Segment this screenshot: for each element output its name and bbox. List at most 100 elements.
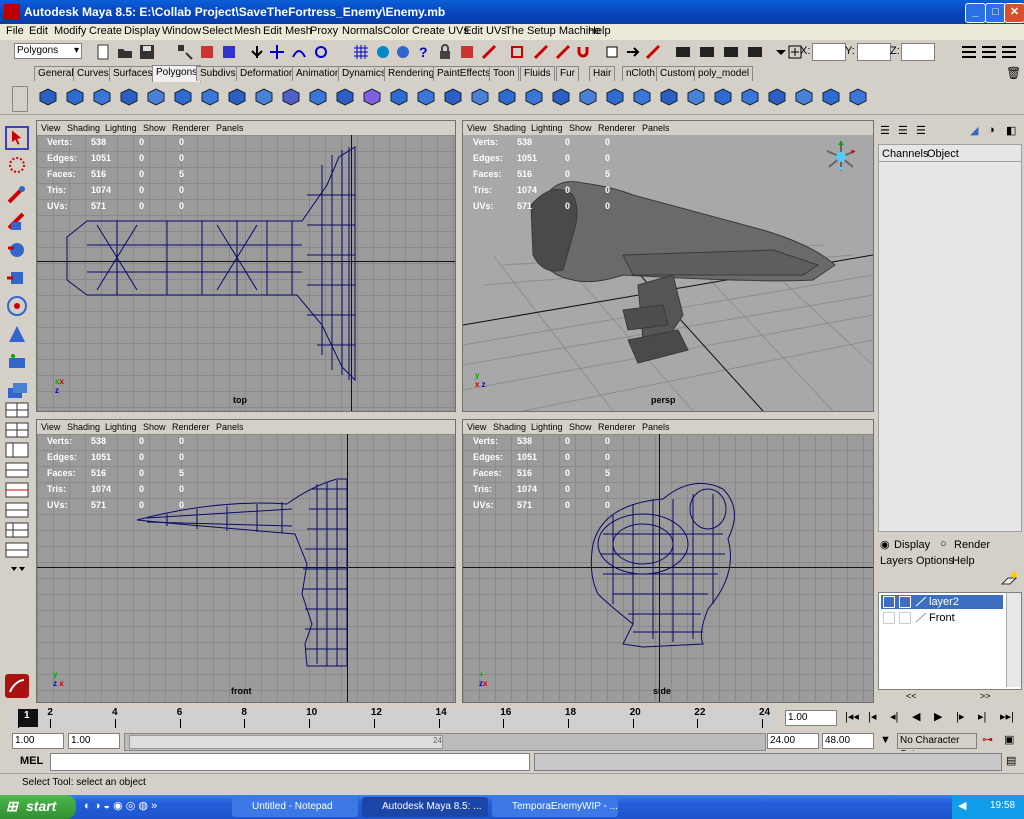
display-radio[interactable]: ◉ — [880, 538, 890, 551]
tab-custom[interactable]: Custom — [656, 66, 699, 81]
create-layer-icon[interactable] — [1000, 570, 1018, 588]
tab-fur[interactable]: Fur — [556, 66, 579, 81]
menu-set-dropdown[interactable]: Polygons ▾ — [14, 43, 82, 59]
channel-box-icon[interactable]: ☰ — [880, 124, 890, 137]
mask-icon[interactable] — [248, 43, 266, 61]
viewport-top[interactable]: View Shading Lighting Show Renderer Pane… — [36, 120, 456, 412]
vp-menu-view[interactable]: View — [41, 123, 60, 133]
shelf-tool-icon[interactable] — [765, 85, 789, 109]
menu-proxy[interactable]: Proxy — [310, 25, 338, 37]
channels-menu[interactable]: Channels — [882, 148, 928, 160]
menu-color[interactable]: Color — [383, 25, 409, 37]
shelf-tool-icon[interactable] — [90, 85, 114, 109]
viewport-side[interactable]: View Shading Lighting Show Renderer Pane… — [462, 419, 874, 703]
layer-editor-toggle-icon[interactable]: ☰ — [898, 124, 908, 137]
vp-menu-lighting[interactable]: Lighting — [105, 422, 137, 432]
tab-fluids[interactable]: Fluids — [520, 66, 555, 81]
step-forward-key-icon[interactable]: ▸| — [978, 710, 986, 723]
menu-edit[interactable]: Edit — [29, 25, 48, 37]
vp-menu-shading[interactable]: Shading — [493, 422, 526, 432]
start-time-field[interactable]: 1.00 — [12, 733, 64, 749]
vp-menu-view[interactable]: View — [467, 123, 486, 133]
shelf-tool-icon[interactable] — [603, 85, 627, 109]
ipr-render-icon[interactable] — [554, 43, 572, 61]
start-button[interactable]: ⊞ start — [0, 795, 76, 819]
vp-menu-panels[interactable]: Panels — [642, 422, 670, 432]
shelf-tool-icon[interactable] — [441, 85, 465, 109]
select-by-component-icon[interactable] — [220, 43, 238, 61]
shelf-tool-icon[interactable] — [738, 85, 762, 109]
vp-menu-show[interactable]: Show — [569, 422, 592, 432]
persp-outliner-layout-icon[interactable] — [5, 442, 29, 458]
history-icon[interactable] — [458, 43, 476, 61]
tab-polygons[interactable]: Polygons — [152, 65, 202, 82]
shelf-tool-icon[interactable] — [279, 85, 303, 109]
shelf-menu-icon[interactable] — [12, 86, 28, 112]
maximize-button[interactable]: □ — [985, 3, 1006, 23]
vp-menu-panels[interactable]: Panels — [216, 422, 244, 432]
layer-color-swatch-icon[interactable] — [915, 612, 927, 623]
layer-list-scrollbar[interactable] — [1006, 593, 1021, 687]
vp-menu-panels[interactable]: Panels — [642, 123, 670, 133]
time-slider-track[interactable]: 1 2 4 6 8 10 12 14 16 18 20 22 24 — [12, 707, 774, 729]
vp-menu-show[interactable]: Show — [143, 422, 166, 432]
menu-edit-mesh[interactable]: Edit Mesh — [263, 25, 312, 37]
menu-file[interactable]: File — [6, 25, 24, 37]
vp-menu-view[interactable]: View — [41, 422, 60, 432]
auto-key-icon[interactable]: ⊶ — [982, 733, 993, 746]
step-back-frame-icon[interactable]: ◂| — [890, 710, 898, 723]
shelf-tool-icon[interactable] — [819, 85, 843, 109]
tab-toon[interactable]: Toon — [489, 66, 519, 81]
close-button[interactable]: ✕ — [1004, 3, 1024, 23]
tab-curves[interactable]: Curves — [73, 66, 113, 81]
channel-shading-icon[interactable]: ◑ — [988, 124, 995, 136]
shelf-tool-icon[interactable] — [252, 85, 276, 109]
go-to-start-icon[interactable]: |◂◂ — [845, 710, 859, 723]
vp-menu-panels[interactable]: Panels — [216, 123, 244, 133]
rotate-tool-icon[interactable] — [5, 238, 29, 262]
layer-display-type-toggle[interactable] — [899, 596, 911, 608]
shelf-tool-icon[interactable] — [846, 85, 870, 109]
layer-visibility-toggle[interactable] — [883, 612, 895, 624]
view-cube-gizmo[interactable] — [821, 137, 861, 177]
chevron-down-icon[interactable]: ▼ — [880, 734, 891, 746]
shelf-tool-icon[interactable] — [171, 85, 195, 109]
menu-window[interactable]: Window — [162, 25, 201, 37]
options-menu[interactable]: Options — [916, 555, 954, 567]
vp-menu-show[interactable]: Show — [143, 123, 166, 133]
menu-modify[interactable]: Modify — [54, 25, 86, 37]
show-tool-settings-icon[interactable] — [980, 43, 998, 61]
shelf-tool-icon[interactable] — [630, 85, 654, 109]
select-by-hierarchy-icon[interactable] — [176, 43, 194, 61]
tab-rendering[interactable]: Rendering — [384, 66, 439, 81]
input-ops-icon[interactable] — [480, 43, 498, 61]
menu-mesh[interactable]: Mesh — [234, 25, 261, 37]
vp-menu-renderer[interactable]: Renderer — [172, 123, 210, 133]
shelf-tool-icon[interactable] — [468, 85, 492, 109]
vp-menu-shading[interactable]: Shading — [67, 123, 100, 133]
command-input[interactable] — [50, 753, 530, 771]
menu-create[interactable]: Create — [89, 25, 122, 37]
soft-mod-tool-icon[interactable] — [5, 322, 29, 346]
shelf-tool-icon[interactable] — [63, 85, 87, 109]
quick-launch-icons[interactable]: ◐ ◑ ◒ ◉ ◎ ◍ » — [84, 799, 157, 812]
menu-select[interactable]: Select — [202, 25, 233, 37]
toolbox-expand-icon[interactable] — [5, 562, 29, 578]
tab-dynamics[interactable]: Dynamics — [338, 66, 390, 81]
trash-icon[interactable]: 🗑 — [1006, 66, 1021, 80]
shelf-tool-icon[interactable] — [495, 85, 519, 109]
help-menu[interactable]: Help — [952, 555, 975, 567]
render-settings-icon[interactable] — [746, 43, 764, 61]
task-maya[interactable]: Autodesk Maya 8.5: ... — [362, 797, 488, 817]
tab-animation[interactable]: Animation — [292, 66, 345, 81]
show-manipulator-icon[interactable] — [5, 350, 29, 374]
lock-icon[interactable] — [436, 43, 454, 61]
single-pane-layout-icon[interactable] — [5, 402, 29, 418]
layer-visibility-toggle[interactable] — [883, 596, 895, 608]
shelf-tool-icon[interactable] — [657, 85, 681, 109]
minimize-button[interactable]: _ — [965, 3, 986, 23]
step-forward-frame-icon[interactable]: |▸ — [956, 710, 964, 723]
vp-menu-renderer[interactable]: Renderer — [598, 422, 636, 432]
new-scene-icon[interactable] — [94, 43, 112, 61]
output-line-icon[interactable] — [624, 43, 642, 61]
